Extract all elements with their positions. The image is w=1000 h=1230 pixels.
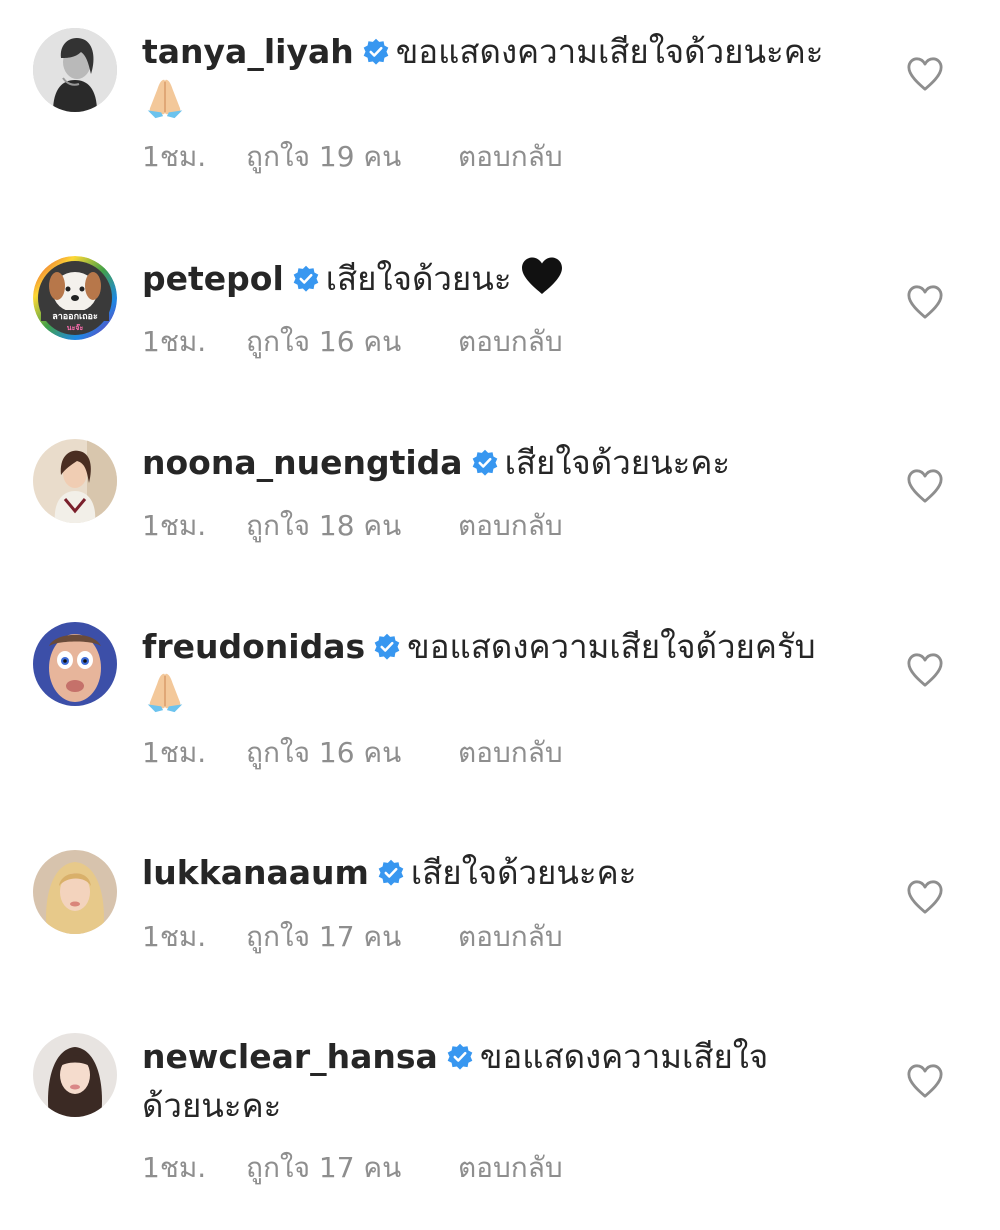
verified-badge-icon [447, 1043, 473, 1070]
comment-text: เสียใจด้วยนะ [325, 259, 512, 298]
verified-badge-icon [472, 449, 497, 476]
comment-time: 1ชม. [142, 325, 207, 358]
heart-outline-icon[interactable] [906, 652, 944, 688]
black-heart-emoji-icon [521, 257, 562, 294]
comment-username[interactable]: lukkanaaum [142, 853, 369, 892]
avatar[interactable] [33, 622, 117, 706]
reply-button[interactable]: ตอบกลับ [458, 733, 563, 773]
comment-meta: 1ชม. ถูกใจ 19 คน ตอบกลับ [142, 137, 563, 177]
comment-emoji-line [142, 668, 188, 728]
comment-time: 1ชม. [142, 140, 207, 173]
folded-hands-emoji-icon [147, 673, 183, 713]
comment-body: freudonidas ขอแสดงความเสียใจด้วยครับ [142, 622, 882, 672]
avatar-caption-2: นะจ๊ะ [67, 323, 84, 332]
comment-likes[interactable]: ถูกใจ 18 คน [246, 506, 458, 546]
comment-username[interactable]: newclear_hansa [142, 1037, 438, 1076]
comment-likes[interactable]: ถูกใจ 17 คน [246, 917, 458, 957]
reply-button[interactable]: ตอบกลับ [458, 322, 563, 362]
heart-outline-icon[interactable] [906, 284, 944, 320]
comment-time: 1ชม. [142, 1151, 207, 1184]
comment-time: 1ชม. [142, 736, 207, 769]
comment-username[interactable]: tanya_liyah [142, 32, 354, 71]
avatar[interactable] [33, 1033, 117, 1117]
reply-button[interactable]: ตอบกลับ [458, 917, 563, 957]
comment-likes[interactable]: ถูกใจ 16 คน [246, 322, 458, 362]
avatar[interactable] [33, 439, 117, 523]
comment-likes[interactable]: ถูกใจ 19 คน [246, 137, 458, 177]
comment-time: 1ชม. [142, 509, 207, 542]
verified-badge-icon [293, 265, 319, 292]
comment-text: เสียใจด้วยนะคะ [410, 853, 637, 892]
verified-badge-icon [378, 859, 404, 886]
comment-body: newclear_hansa ขอแสดงความเสียใจ [142, 1032, 882, 1082]
folded-hands-emoji-icon [147, 79, 183, 119]
heart-outline-icon[interactable] [906, 468, 944, 504]
comment-emoji-line [142, 74, 188, 134]
avatar[interactable] [33, 850, 117, 934]
heart-outline-icon[interactable] [906, 1063, 944, 1099]
comment-text: ขอแสดงความเสียใจด้วยนะคะ [395, 32, 824, 71]
comment-meta: 1ชม. ถูกใจ 17 คน ตอบกลับ [142, 1148, 563, 1188]
avatar[interactable]: ลาออกเถอะ นะจ๊ะ [33, 256, 117, 340]
comment-body: petepol เสียใจด้วยนะ [142, 254, 882, 304]
comment-text: ขอแสดงความเสียใจด้วยครับ [407, 627, 816, 666]
heart-outline-icon[interactable] [906, 56, 944, 92]
comment-meta: 1ชม. ถูกใจ 16 คน ตอบกลับ [142, 733, 563, 773]
comment-text: เสียใจด้วยนะคะ [504, 443, 731, 482]
avatar-caption: ลาออกเถอะ [52, 312, 98, 322]
verified-badge-icon [374, 633, 400, 660]
comment-meta: 1ชม. ถูกใจ 18 คน ตอบกลับ [142, 506, 563, 546]
comment-meta: 1ชม. ถูกใจ 17 คน ตอบกลับ [142, 917, 563, 957]
comment-text: ขอแสดงความเสียใจ [479, 1037, 769, 1076]
reply-button[interactable]: ตอบกลับ [458, 506, 563, 546]
comment-body: lukkanaaum เสียใจด้วยนะคะ [142, 848, 882, 898]
heart-outline-icon[interactable] [906, 879, 944, 915]
comment-likes[interactable]: ถูกใจ 17 คน [246, 1148, 458, 1188]
comment-username[interactable]: petepol [142, 259, 284, 298]
comment-text-continued: ด้วยนะคะ [142, 1086, 282, 1125]
comment-time: 1ชม. [142, 920, 207, 953]
comment-username[interactable]: noona_nuengtida [142, 443, 463, 482]
comment-body: tanya_liyah ขอแสดงความเสียใจด้วยนะคะ [142, 27, 882, 77]
comment-body: noona_nuengtida เสียใจด้วยนะคะ [142, 438, 882, 488]
comment-meta: 1ชม. ถูกใจ 16 คน ตอบกลับ [142, 322, 563, 362]
avatar[interactable] [33, 28, 117, 112]
comment-username[interactable]: freudonidas [142, 627, 365, 666]
reply-button[interactable]: ตอบกลับ [458, 1148, 563, 1188]
verified-badge-icon [363, 38, 389, 65]
comment-likes[interactable]: ถูกใจ 16 คน [246, 733, 458, 773]
reply-button[interactable]: ตอบกลับ [458, 137, 563, 177]
